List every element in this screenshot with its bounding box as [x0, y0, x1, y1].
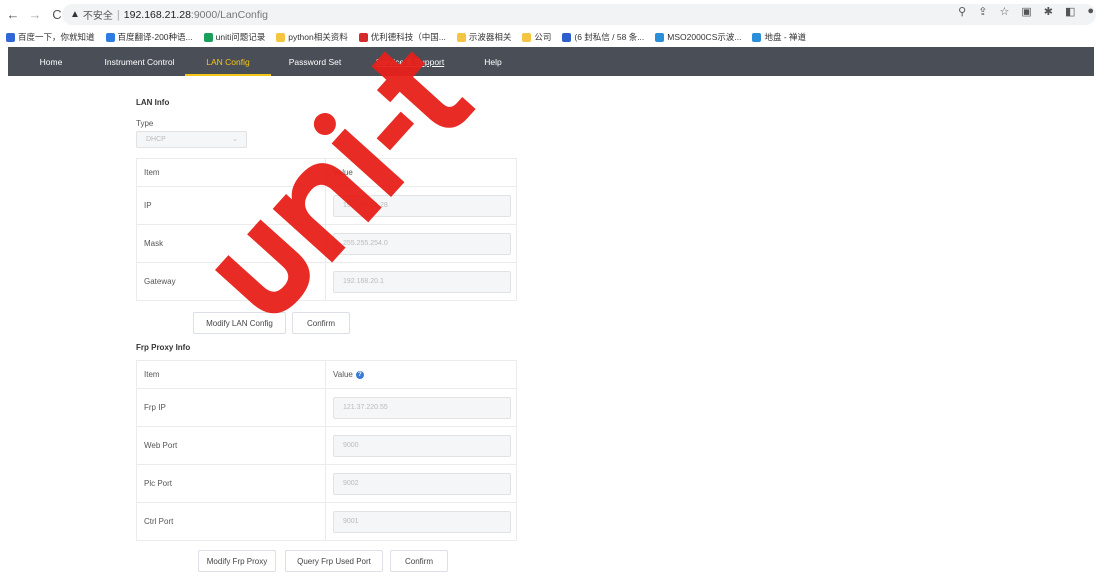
bookmark-label: MSO2000CS示波...: [667, 32, 742, 42]
bookmark-label: python相关资料: [288, 32, 348, 42]
row-item: Mask: [137, 225, 326, 262]
table-row: Gateway 192.168.20.1: [137, 263, 516, 300]
nav-instrument-control[interactable]: Instrument Control: [94, 47, 185, 76]
row-item: Gateway: [137, 263, 326, 300]
lan-table: Item Value IP 192.168.21.28 Mask 255.255…: [136, 158, 517, 301]
ip-field[interactable]: 192.168.21.28: [333, 194, 511, 217]
bookmark-item[interactable]: 公司: [522, 31, 551, 43]
modify-lan-config-button[interactable]: Modify LAN Config: [193, 312, 286, 334]
table-row: Plc Port 9002: [137, 465, 516, 503]
url-field[interactable]: ▲ 不安全 | 192.168.21.28 :9000/LanConfig: [62, 4, 1096, 25]
row-item: Ctrl Port: [137, 503, 326, 540]
sidebar-icon[interactable]: ◧: [1065, 5, 1075, 18]
browser-actions: ⚲ ⇪ ☆ ▣ ✱ ◧ ●: [958, 5, 1094, 18]
url-host: 192.168.21.28: [123, 8, 191, 21]
bookmark-item[interactable]: 百度翻译-200种语...: [105, 31, 193, 43]
bookmark-icon: [276, 32, 286, 42]
extension-icon[interactable]: ▣: [1021, 5, 1031, 18]
bookmark-label: (6 封私信 / 58 条...: [574, 32, 645, 42]
header-item: Item: [137, 159, 326, 186]
row-item: IP: [137, 187, 326, 224]
bookmark-icon: [752, 32, 762, 42]
bookmark-item[interactable]: MSO2000CS示波...: [655, 31, 741, 43]
table-row: Mask 255.255.254.0: [137, 225, 516, 263]
bookmark-item[interactable]: python相关资料: [276, 31, 348, 43]
top-navigation: Home Instrument Control LAN Config Passw…: [8, 47, 1094, 76]
bookmark-item[interactable]: (6 封私信 / 58 条...: [562, 31, 644, 43]
bookmark-item[interactable]: uniti问题记录: [203, 31, 266, 43]
nav-service-support[interactable]: Service & Support: [359, 47, 461, 76]
type-label: Type: [136, 119, 154, 128]
bookmark-label: 百度翻译-200种语...: [117, 32, 193, 42]
profile-icon[interactable]: ●: [1087, 5, 1094, 18]
bookmark-label: 优利德科技（中国...: [370, 32, 446, 42]
web-port-field[interactable]: 9000: [333, 434, 511, 457]
frp-confirm-button[interactable]: Confirm: [390, 550, 448, 572]
bookmarks-bar: 百度一下，你就知道 百度翻译-200种语... uniti问题记录 python相关资…: [0, 29, 1102, 45]
bookmark-label: 地盘 - 禅道: [764, 32, 807, 42]
type-select[interactable]: DHCP ⌄: [136, 131, 247, 148]
modify-frp-proxy-button[interactable]: Modify Frp Proxy: [198, 550, 276, 572]
type-select-value: DHCP: [146, 136, 166, 143]
mask-field[interactable]: 255.255.254.0: [333, 232, 511, 255]
info-icon[interactable]: ?: [355, 370, 364, 379]
bookmark-icon: [655, 32, 665, 42]
zoom-icon[interactable]: ⚲: [958, 5, 966, 18]
bookmark-label: 公司: [534, 32, 552, 42]
frp-table: Item Value ? Frp IP 121.37.220.55 Web Po…: [136, 360, 517, 541]
bookmark-icon: [522, 32, 532, 42]
bookmark-item[interactable]: 百度一下，你就知道: [6, 31, 95, 43]
back-icon[interactable]: ←: [4, 7, 22, 22]
browser-address-bar: ← → C ▲ 不安全 | 192.168.21.28 :9000/LanCon…: [0, 0, 1102, 29]
nav-help[interactable]: Help: [461, 47, 525, 76]
table-row: Web Port 9000: [137, 427, 516, 465]
lan-confirm-button[interactable]: Confirm: [292, 312, 350, 334]
url-path: :9000/LanConfig: [190, 8, 268, 21]
table-header-row: Item Value ?: [137, 361, 516, 389]
table-header-row: Item Value: [137, 159, 516, 187]
bookmark-label: 百度一下，你就知道: [18, 32, 95, 42]
header-value: Value ?: [326, 361, 516, 388]
bookmark-icon: [105, 32, 115, 42]
row-item: Plc Port: [137, 465, 326, 502]
bookmark-label: uniti问题记录: [215, 32, 266, 42]
query-frp-used-port-button[interactable]: Query Frp Used Port: [285, 550, 383, 572]
bookmark-icon: [203, 32, 213, 42]
forward-icon[interactable]: →: [26, 7, 44, 22]
ctrl-port-field[interactable]: 9001: [333, 510, 511, 533]
plc-port-field[interactable]: 9002: [333, 472, 511, 495]
header-value: Value: [333, 168, 353, 177]
bookmark-icon: [6, 32, 15, 42]
share-icon[interactable]: ⇪: [978, 5, 987, 18]
table-row: IP 192.168.21.28: [137, 187, 516, 225]
bookmark-item[interactable]: 优利德科技（中国...: [358, 31, 446, 43]
bookmark-icon: [456, 32, 466, 42]
row-item: Web Port: [137, 427, 326, 464]
row-item: Frp IP: [137, 389, 326, 426]
nav-home[interactable]: Home: [8, 47, 94, 76]
bookmark-item[interactable]: 示波器相关: [456, 31, 512, 43]
frp-info-title: Frp Proxy Info: [136, 343, 191, 352]
gateway-field[interactable]: 192.168.20.1: [333, 270, 511, 293]
header-item: Item: [137, 361, 326, 388]
table-row: Ctrl Port 9001: [137, 503, 516, 540]
frp-ip-field[interactable]: 121.37.220.55: [333, 396, 511, 419]
bookmark-label: 示波器相关: [468, 32, 512, 42]
insecure-label: 不安全: [82, 11, 113, 22]
chevron-down-icon: ⌄: [232, 136, 238, 143]
url-separator: |: [116, 8, 120, 21]
nav-lan-config[interactable]: LAN Config: [185, 47, 271, 76]
nav-password-set[interactable]: Password Set: [271, 47, 359, 76]
table-row: Frp IP 121.37.220.55: [137, 389, 516, 427]
puzzle-icon[interactable]: ✱: [1044, 5, 1053, 18]
bookmark-icon: [358, 32, 368, 42]
lan-info-title: LAN Info: [136, 98, 170, 107]
bookmark-item[interactable]: 地盘 - 禅道: [752, 31, 806, 43]
bookmark-icon: [562, 32, 572, 42]
warning-icon: ▲: [70, 9, 80, 20]
star-icon[interactable]: ☆: [999, 5, 1009, 18]
